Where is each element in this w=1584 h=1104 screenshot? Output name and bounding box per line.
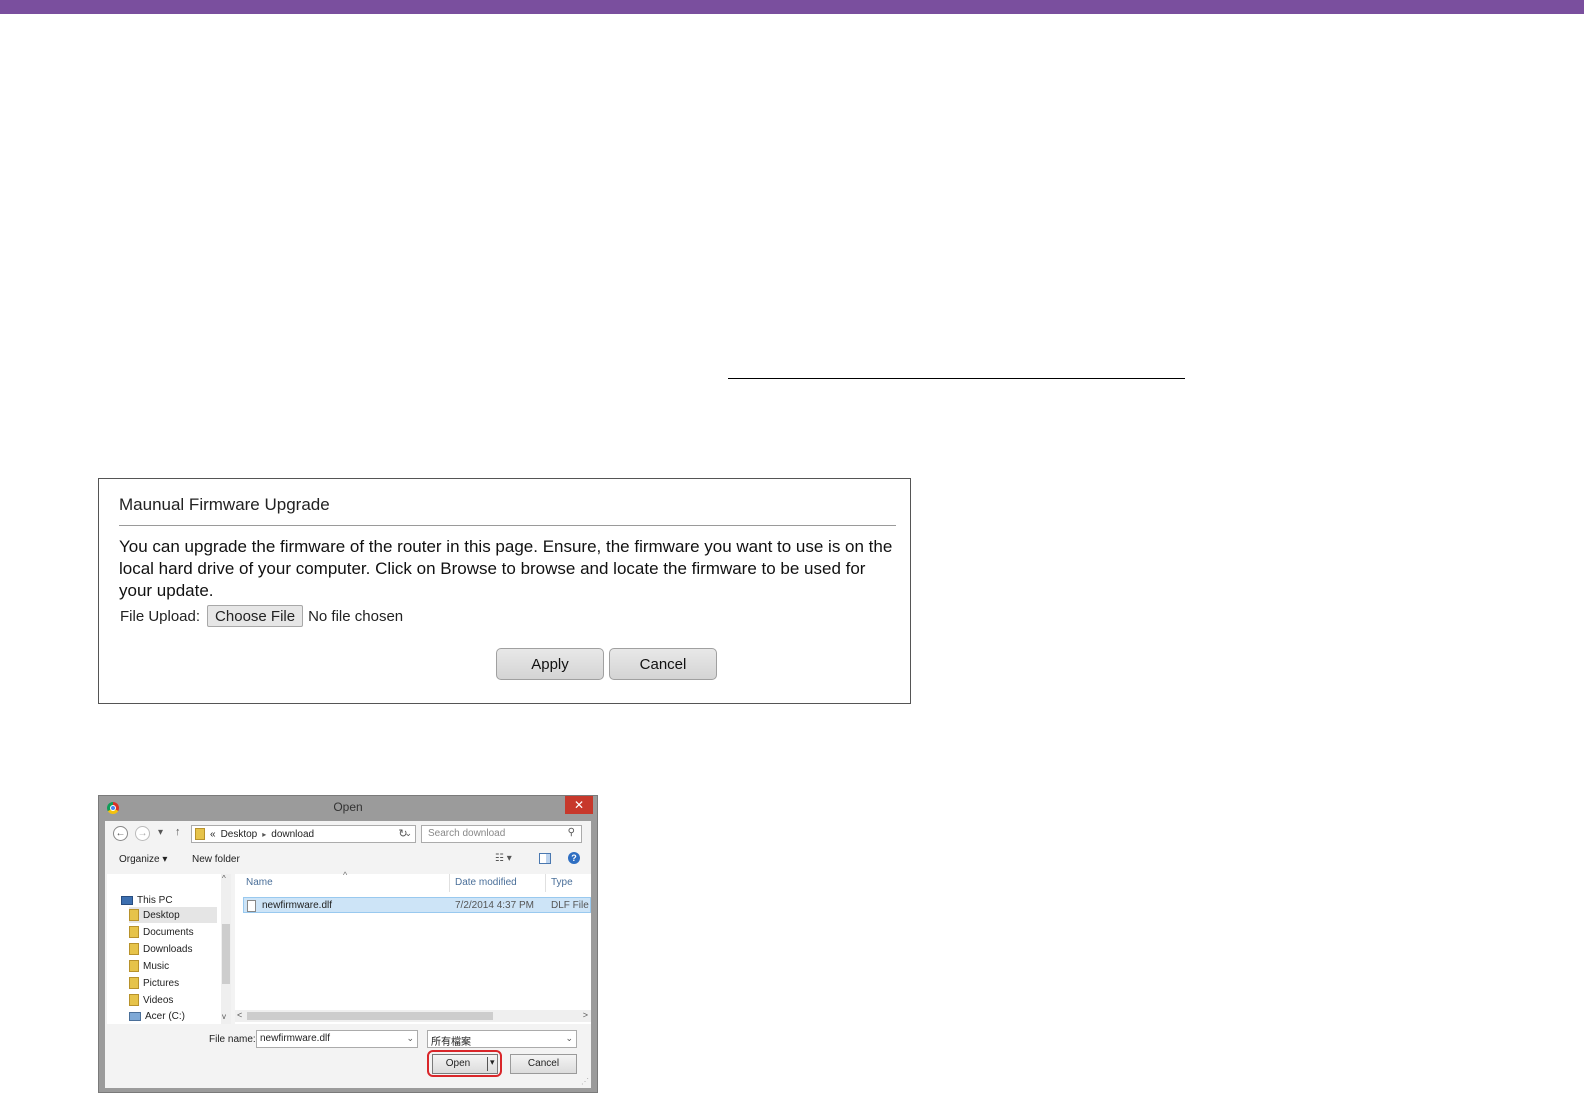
chevron-down-icon[interactable]: ⌄ bbox=[406, 1033, 414, 1044]
firmware-upgrade-panel: Maunual Firmware Upgrade You can upgrade… bbox=[98, 478, 911, 704]
no-file-chosen-text: No file chosen bbox=[308, 607, 404, 625]
folder-icon bbox=[129, 994, 139, 1006]
open-button-label: Open bbox=[445, 1058, 471, 1069]
top-accent-bar bbox=[0, 0, 1584, 14]
file-row-newfirmware[interactable]: newfirmware.dlf 7/2/2014 4:37 PM DLF Fil… bbox=[243, 897, 591, 913]
open-file-dialog: Open ✕ ← → ▾ ↑ « Desktop ▸ download ⌄ ↻ … bbox=[98, 795, 598, 1093]
apply-button[interactable]: Apply bbox=[496, 648, 604, 680]
breadcrumb-desktop[interactable]: Desktop bbox=[221, 829, 258, 840]
file-type-select[interactable]: 所有檔案 ⌄ bbox=[427, 1030, 577, 1048]
file-date: 7/2/2014 4:37 PM bbox=[455, 900, 534, 911]
file-upload-label: File Upload: bbox=[120, 607, 201, 625]
file-name-label: File name: bbox=[209, 1034, 256, 1045]
panel-description: You can upgrade the firmware of the rout… bbox=[119, 537, 893, 600]
new-folder-button[interactable]: New folder bbox=[192, 854, 240, 865]
column-header-date[interactable]: Date modified bbox=[455, 877, 517, 888]
nav-item-pictures[interactable]: Pictures bbox=[129, 975, 179, 991]
search-icon[interactable]: ⚲ bbox=[568, 827, 575, 838]
file-name-value: newfirmware.dlf bbox=[260, 1033, 331, 1044]
folder-icon bbox=[195, 828, 205, 840]
nav-item-documents[interactable]: Documents bbox=[129, 924, 194, 940]
nav-item-downloads[interactable]: Downloads bbox=[129, 941, 192, 957]
dialog-toolbar: Organize ▾ New folder ☷ ▾ ? bbox=[105, 849, 591, 871]
drive-icon bbox=[129, 1011, 141, 1021]
nav-item-label: Acer (C:) bbox=[145, 1010, 185, 1022]
file-type: DLF File bbox=[551, 900, 589, 911]
column-header-name[interactable]: Name bbox=[246, 877, 273, 888]
nav-item-desktop[interactable]: Desktop bbox=[129, 907, 217, 923]
nav-item-label: Downloads bbox=[143, 943, 193, 955]
nav-item-this-pc[interactable]: This PC bbox=[121, 892, 173, 908]
panel-title: Maunual Firmware Upgrade bbox=[119, 495, 330, 514]
file-type-value: 所有檔案 bbox=[431, 1037, 471, 1048]
back-arrow-icon[interactable]: ← bbox=[113, 826, 128, 841]
file-name-field[interactable]: newfirmware.dlf ⌄ bbox=[256, 1030, 418, 1048]
folder-icon bbox=[129, 977, 139, 989]
address-prefix: « bbox=[210, 828, 216, 840]
file-list-pane: ^ Name Date modified Type newfirmware.dl… bbox=[235, 870, 591, 1024]
scroll-right-icon[interactable]: > bbox=[583, 1010, 588, 1020]
search-input[interactable]: Search download ⚲ bbox=[421, 825, 582, 843]
file-name: newfirmware.dlf bbox=[262, 900, 333, 911]
cancel-button[interactable]: Cancel bbox=[609, 648, 717, 680]
up-arrow-icon[interactable]: ↑ bbox=[175, 826, 181, 838]
file-icon bbox=[247, 900, 256, 912]
scroll-thumb[interactable] bbox=[247, 1012, 493, 1020]
view-options-icon[interactable]: ☷ ▾ bbox=[495, 853, 512, 864]
column-header-type[interactable]: Type bbox=[551, 877, 573, 888]
dialog-body: ← → ▾ ↑ « Desktop ▸ download ⌄ ↻ Search … bbox=[105, 821, 591, 1088]
title-divider bbox=[119, 525, 896, 526]
nav-item-acer-drive[interactable]: Acer (C:) bbox=[129, 1008, 185, 1024]
file-upload-row: File Upload: Choose File No file chosen bbox=[120, 605, 403, 627]
chevron-down-icon[interactable]: ⌄ bbox=[565, 1033, 573, 1044]
nav-item-videos[interactable]: Videos bbox=[129, 992, 173, 1008]
breadcrumb-download[interactable]: download bbox=[271, 829, 314, 840]
scroll-up-icon[interactable]: ^ bbox=[222, 874, 226, 883]
choose-file-button[interactable]: Choose File bbox=[207, 605, 304, 627]
scroll-down-icon[interactable]: v bbox=[222, 1012, 226, 1021]
column-divider[interactable] bbox=[449, 874, 450, 892]
search-placeholder: Search download bbox=[428, 828, 506, 839]
sort-ascending-icon: ^ bbox=[343, 870, 348, 880]
column-divider[interactable] bbox=[545, 874, 546, 892]
recent-dropdown-icon[interactable]: ▾ bbox=[158, 827, 163, 838]
nav-item-label: Videos bbox=[143, 994, 174, 1006]
nav-item-label: Documents bbox=[143, 926, 194, 938]
dialog-titlebar[interactable]: Open ✕ bbox=[99, 796, 597, 820]
address-bar[interactable]: « Desktop ▸ download ⌄ bbox=[191, 825, 416, 843]
nav-item-label: This PC bbox=[137, 894, 173, 906]
preview-pane-icon[interactable] bbox=[539, 853, 551, 864]
organize-menu[interactable]: Organize ▾ bbox=[119, 854, 167, 865]
dialog-cancel-button[interactable]: Cancel bbox=[510, 1054, 577, 1074]
scroll-left-icon[interactable]: < bbox=[237, 1010, 242, 1020]
help-icon[interactable]: ? bbox=[568, 852, 580, 864]
open-dropdown-icon[interactable]: ▾ bbox=[487, 1057, 495, 1071]
navigation-pane: This PC Desktop Documents Downloads Musi… bbox=[107, 874, 231, 1024]
folder-icon bbox=[129, 943, 139, 955]
nav-item-music[interactable]: Music bbox=[129, 958, 169, 974]
computer-icon bbox=[121, 895, 133, 905]
folder-icon bbox=[129, 960, 139, 972]
horizontal-rule bbox=[728, 378, 1185, 379]
navigation-bar: ← → ▾ ↑ « Desktop ▸ download ⌄ ↻ Search … bbox=[105, 821, 591, 847]
open-button[interactable]: Open ▾ bbox=[432, 1054, 498, 1074]
nav-item-label: Desktop bbox=[143, 909, 180, 921]
folder-icon bbox=[129, 926, 139, 938]
resize-grip-icon[interactable]: ⋰ bbox=[581, 1077, 589, 1086]
dialog-title: Open bbox=[333, 800, 363, 814]
breadcrumb-separator: ▸ bbox=[262, 829, 267, 839]
forward-arrow-icon[interactable]: → bbox=[135, 826, 150, 841]
nav-item-label: Music bbox=[143, 960, 170, 972]
folder-icon bbox=[129, 909, 139, 921]
nav-item-label: Pictures bbox=[143, 977, 180, 989]
scroll-thumb[interactable] bbox=[222, 924, 230, 984]
refresh-icon[interactable]: ↻ bbox=[394, 825, 412, 843]
nav-pane-scrollbar[interactable]: ^ v bbox=[221, 874, 231, 1024]
file-list-scrollbar[interactable]: < > bbox=[235, 1010, 591, 1022]
close-icon[interactable]: ✕ bbox=[565, 796, 593, 814]
